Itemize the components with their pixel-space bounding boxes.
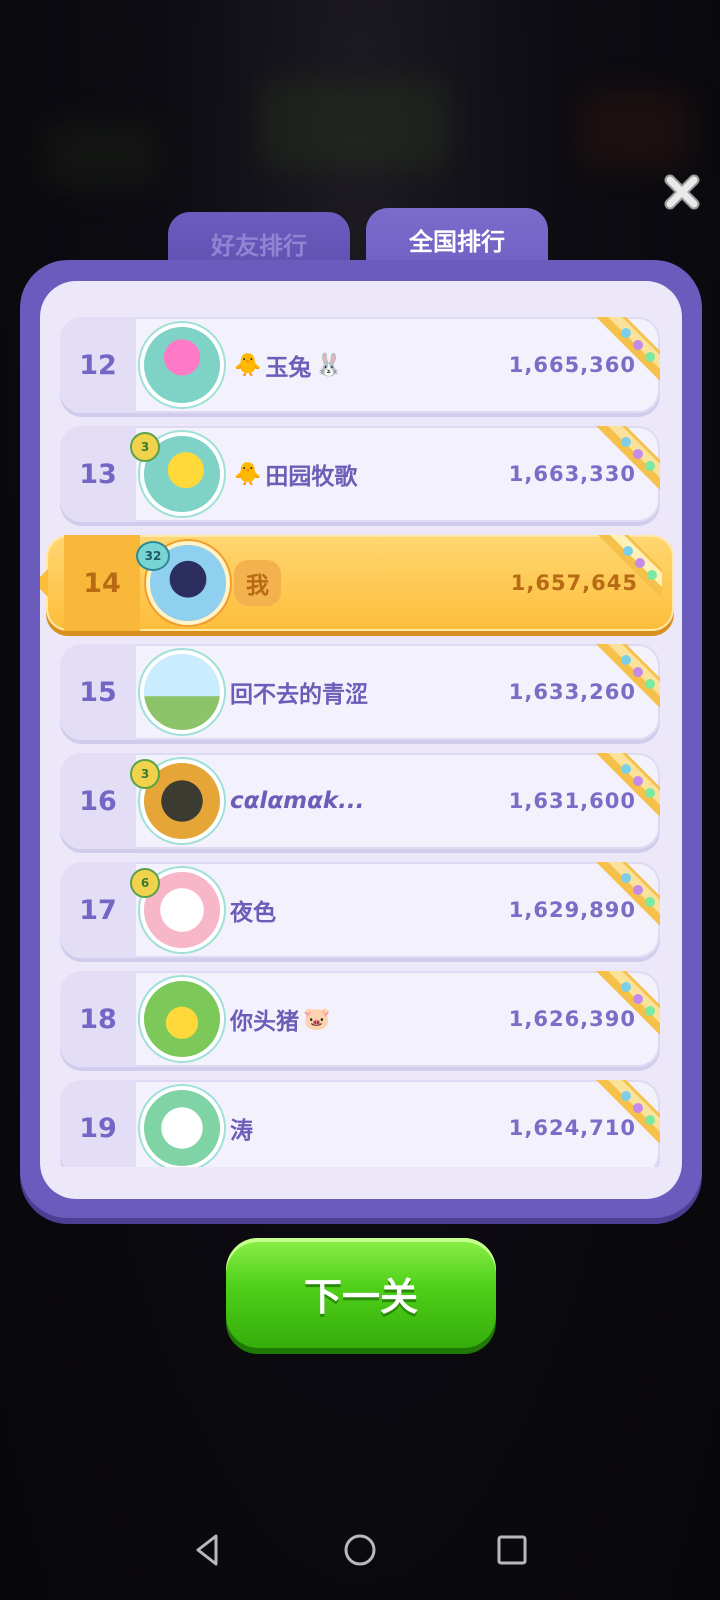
leaderboard-row[interactable]: 16 3 cαlαmαk... 1,631,600 xyxy=(60,753,660,849)
pig-emoji: 🐷 xyxy=(303,1006,331,1032)
rank-number: 13 xyxy=(60,426,136,522)
next-level-button[interactable]: 下一关 xyxy=(226,1238,496,1348)
player-name: 我 xyxy=(234,560,281,606)
player-name-container: 🐥 田园牧歌 xyxy=(230,426,357,522)
rank-ribbon-icon xyxy=(596,317,660,381)
rank-number: 18 xyxy=(60,971,136,1067)
tab-national-label: 全国排行 xyxy=(409,228,505,256)
close-icon xyxy=(664,174,700,210)
back-icon[interactable] xyxy=(186,1528,230,1572)
highlight-arrow-left xyxy=(40,569,48,597)
avatar[interactable] xyxy=(144,1090,220,1166)
leaderboard-row-me[interactable]: 14 32 我 1,657,645 xyxy=(40,535,674,631)
player-name: 回不去的青涩 xyxy=(230,682,368,708)
rank-ribbon-icon xyxy=(596,1080,660,1144)
player-name: 涛 xyxy=(230,1118,253,1144)
player-name-container: 你头猪 🐷 xyxy=(230,971,334,1067)
rank-ribbon-icon xyxy=(596,862,660,926)
rank-ribbon-icon xyxy=(596,644,660,708)
rank-ribbon-icon xyxy=(598,535,662,599)
leaderboard-row[interactable]: 12 🐥 玉兔 🐰 1,665,360 xyxy=(60,317,660,413)
tab-friends-label: 好友排行 xyxy=(211,232,307,260)
level-badge: 32 xyxy=(136,541,170,571)
player-name: 你头猪 xyxy=(230,1009,299,1035)
leaderboard-row[interactable]: 19 涛 1,624,710 xyxy=(60,1080,660,1167)
rank-ribbon-icon xyxy=(596,426,660,490)
avatar[interactable] xyxy=(144,981,220,1057)
player-name-container: 回不去的青涩 xyxy=(230,644,368,740)
home-icon[interactable] xyxy=(338,1528,382,1572)
background-decoration xyxy=(260,80,450,170)
level-badge: 3 xyxy=(130,759,160,789)
player-name-container: 涛 xyxy=(230,1080,253,1167)
background-decoration xyxy=(40,120,160,190)
recent-apps-icon[interactable] xyxy=(490,1528,534,1572)
chick-emoji: 🐥 xyxy=(234,461,262,487)
leaderboard-row[interactable]: 13 3 🐥 田园牧歌 1,663,330 xyxy=(60,426,660,522)
player-name-container: cαlαmαk... xyxy=(230,753,364,849)
rank-number: 14 xyxy=(64,535,140,631)
level-badge: 3 xyxy=(130,432,160,462)
rabbit-emoji: 🐰 xyxy=(315,352,343,378)
rank-number: 19 xyxy=(60,1080,136,1167)
background-decoration xyxy=(580,90,690,170)
next-level-label: 下一关 xyxy=(303,1274,418,1319)
leaderboard-row[interactable]: 15 回不去的青涩 1,633,260 xyxy=(60,644,660,740)
level-badge: 6 xyxy=(130,868,160,898)
rank-number: 15 xyxy=(60,644,136,740)
rank-number: 12 xyxy=(60,317,136,413)
rank-ribbon-icon xyxy=(596,753,660,817)
avatar[interactable] xyxy=(144,327,220,403)
player-name-container: 我 xyxy=(234,535,281,631)
player-name: 夜色 xyxy=(230,900,276,926)
rank-number: 16 xyxy=(60,753,136,849)
player-name-container: 🐥 玉兔 🐰 xyxy=(230,317,347,413)
avatar[interactable] xyxy=(144,654,220,730)
leaderboard-panel: 12 🐥 玉兔 🐰 1,665,360 13 3 🐥 田园牧歌 1,663,33… xyxy=(40,281,682,1199)
system-navigation-bar xyxy=(0,1510,720,1600)
leaderboard-row[interactable]: 17 6 夜色 1,629,890 xyxy=(60,862,660,958)
player-name-container: 夜色 xyxy=(230,862,276,958)
rank-ribbon-icon xyxy=(596,971,660,1035)
rank-number: 17 xyxy=(60,862,136,958)
close-button[interactable] xyxy=(660,170,704,214)
leaderboard-list[interactable]: 12 🐥 玉兔 🐰 1,665,360 13 3 🐥 田园牧歌 1,663,33… xyxy=(40,281,682,1167)
player-name: 玉兔 xyxy=(265,355,312,381)
player-name: cαlαmαk... xyxy=(230,788,365,814)
player-name: 田园牧歌 xyxy=(265,464,358,490)
leaderboard-row[interactable]: 18 你头猪 🐷 1,626,390 xyxy=(60,971,660,1067)
chick-emoji: 🐥 xyxy=(234,352,262,378)
game-screen: 好友排行 全国排行 12 🐥 玉兔 🐰 1,665,360 13 3 🐥 田园牧… xyxy=(0,0,720,1600)
